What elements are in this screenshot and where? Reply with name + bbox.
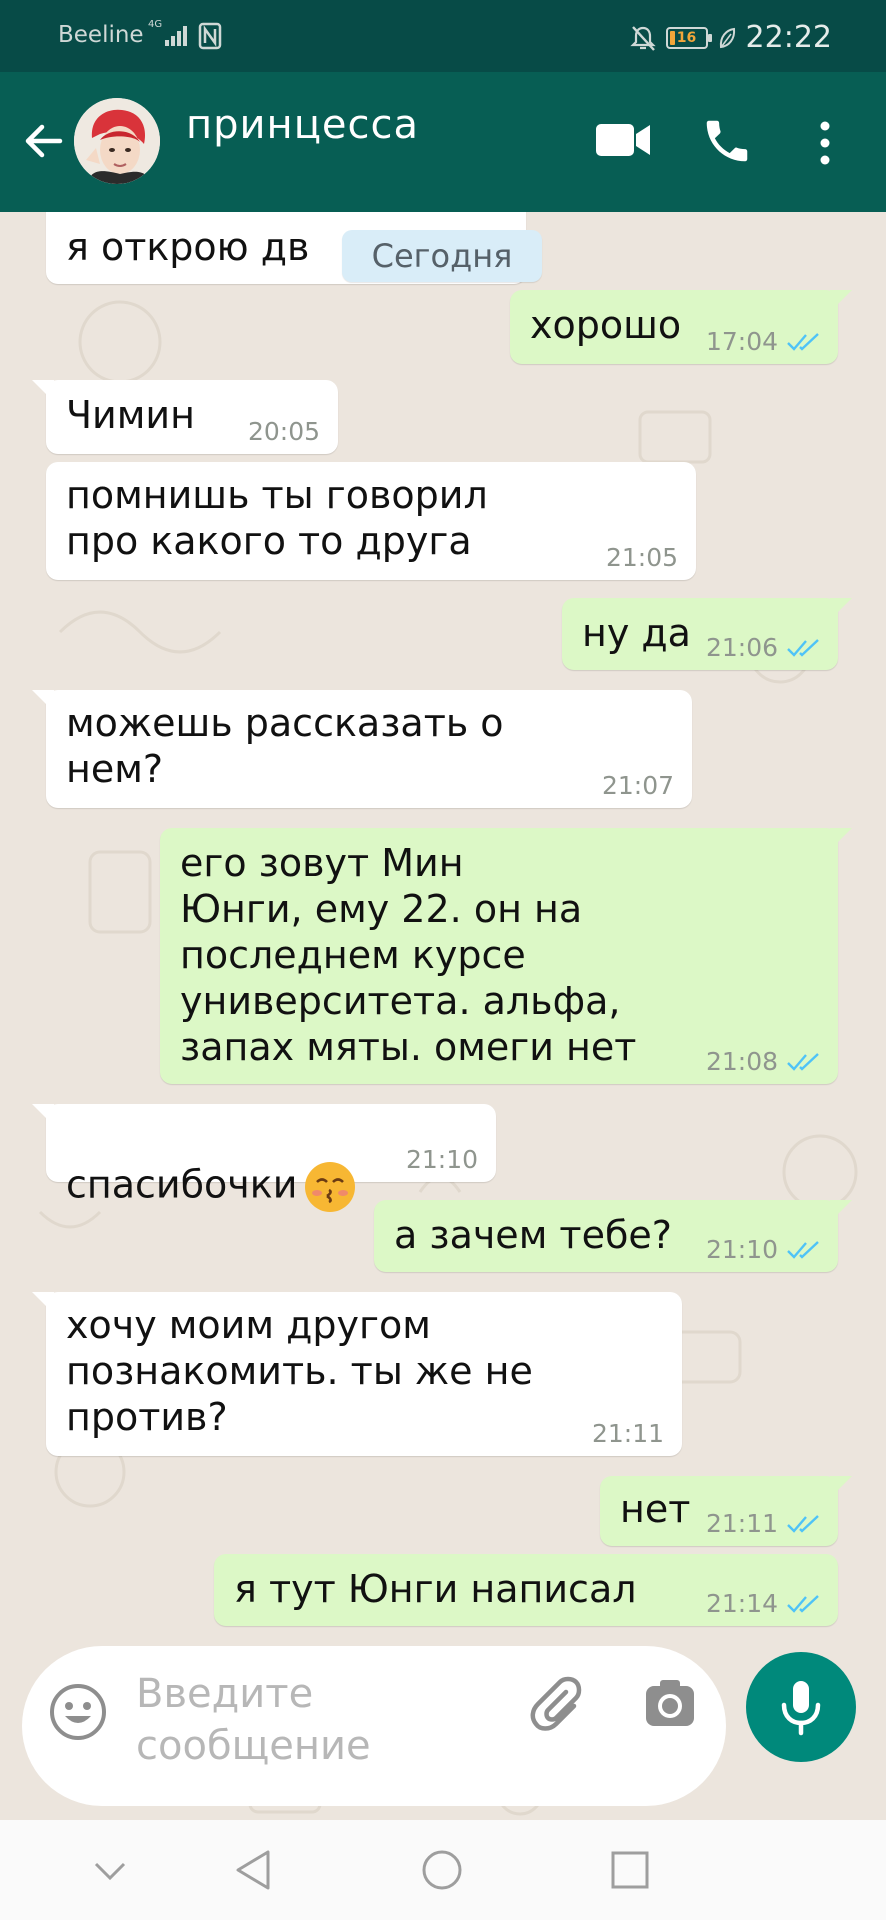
- emoji-icon[interactable]: [48, 1682, 108, 1742]
- incoming-message[interactable]: Чимин 20:05: [32, 380, 338, 454]
- nav-back-icon[interactable]: [232, 1848, 276, 1892]
- bubble-tail: [32, 380, 54, 402]
- voice-call-icon[interactable]: [700, 114, 754, 168]
- message-time: 21:11: [705, 1509, 778, 1538]
- message-time: 21:10: [705, 1235, 778, 1264]
- battery-icon: 16: [665, 26, 712, 49]
- message-time: 21:11: [591, 1419, 664, 1448]
- nav-recent-apps-icon[interactable]: [608, 1848, 652, 1892]
- bubble-tail: [830, 1476, 852, 1498]
- message-time: 21:08: [705, 1047, 778, 1076]
- read-ticks-icon: [787, 333, 819, 351]
- hide-nav-chevron-icon[interactable]: [90, 1856, 130, 1886]
- bubble-tail: [830, 828, 852, 850]
- battery-percent: 16: [676, 29, 697, 46]
- mic-button[interactable]: [746, 1652, 856, 1762]
- read-ticks-icon: [787, 1053, 819, 1071]
- message-time: 21:05: [605, 543, 678, 572]
- network-type: 4G: [148, 19, 163, 30]
- message-time: 21:06: [705, 633, 778, 662]
- outgoing-message[interactable]: нет 21:11: [600, 1476, 852, 1546]
- system-nav-bar: [0, 1820, 886, 1920]
- incoming-message[interactable]: спасибочки 21:10: [32, 1104, 496, 1212]
- outgoing-message[interactable]: ну да 21:06: [562, 598, 852, 670]
- message-text: нет: [620, 1487, 691, 1531]
- message-text: хочу моим другом познакомить. ты же не п…: [66, 1303, 533, 1439]
- message-text: хорошо: [530, 303, 682, 347]
- back-arrow-icon[interactable]: [22, 120, 64, 162]
- chat-header: принцесса: [0, 72, 886, 212]
- message-text: его зовут Мин Юнги, ему 22. он на послед…: [180, 841, 637, 1069]
- bubble-tail: [830, 290, 852, 312]
- message-time: 21:10: [405, 1145, 478, 1174]
- nav-home-icon[interactable]: [420, 1848, 464, 1892]
- message-time: 21:07: [601, 771, 674, 800]
- camera-icon[interactable]: [642, 1676, 698, 1732]
- date-separator: Сегодня: [342, 230, 542, 282]
- bubble-tail: [32, 1104, 54, 1126]
- kissing-face-emoji-icon: [305, 1162, 356, 1212]
- read-ticks-icon: [787, 1515, 819, 1533]
- status-bar: Beeline 4G 16 22:22: [0, 0, 886, 72]
- outgoing-message[interactable]: а зачем тебе? 21:10: [374, 1200, 852, 1272]
- avatar-photo-icon: [74, 98, 160, 184]
- outgoing-message[interactable]: его зовут Мин Юнги, ему 22. он на послед…: [160, 828, 852, 1084]
- bubble-tail: [32, 1292, 54, 1314]
- bell-off-icon: [629, 25, 656, 51]
- read-ticks-icon: [787, 639, 819, 657]
- message-input[interactable]: Введите сообщение: [136, 1668, 436, 1772]
- status-clock: 22:22: [745, 20, 832, 55]
- message-text: я тут Юнги написал: [234, 1567, 637, 1611]
- message-text: спасибочки: [66, 1114, 357, 1214]
- video-call-icon[interactable]: [594, 120, 652, 160]
- nfc-icon: [198, 22, 222, 50]
- outgoing-message[interactable]: я тут Юнги написал 21:14: [214, 1554, 838, 1626]
- message-text: ну да: [582, 611, 691, 655]
- message-time: 17:04: [705, 327, 778, 356]
- signal-icon: [165, 26, 187, 46]
- incoming-message[interactable]: можешь рассказать о нем? 21:07: [32, 690, 692, 808]
- incoming-message[interactable]: помнишь ты говорил про какого то друга 2…: [46, 462, 696, 580]
- avatar[interactable]: [74, 98, 160, 184]
- carrier-name: Beeline: [58, 22, 144, 48]
- incoming-message[interactable]: хочу моим другом познакомить. ты же не п…: [32, 1292, 682, 1456]
- message-text: Чимин: [66, 393, 195, 437]
- bubble-tail: [32, 690, 54, 712]
- message-text: а зачем тебе?: [394, 1213, 672, 1257]
- chat-title[interactable]: принцесса: [186, 102, 419, 148]
- bubble-tail: [830, 598, 852, 620]
- chat-area[interactable]: я открою дв Сегодня хорошо 17:04 Чимин 2…: [0, 212, 886, 1818]
- mic-icon: [781, 1681, 821, 1736]
- outgoing-message[interactable]: хорошо 17:04: [510, 290, 852, 364]
- power-saving-leaf-icon: [719, 27, 735, 48]
- bubble-tail: [830, 1200, 852, 1222]
- message-text: помнишь ты говорил про какого то друга: [66, 473, 488, 563]
- message-time: 20:05: [247, 417, 320, 446]
- message-composer[interactable]: Введите сообщение: [22, 1646, 726, 1806]
- message-time: 21:14: [705, 1589, 778, 1618]
- status-right-group: 16 22:22: [629, 20, 832, 55]
- message-text-content: спасибочки: [66, 1162, 298, 1207]
- message-text: можешь рассказать о нем?: [66, 701, 504, 791]
- attach-icon[interactable]: [530, 1676, 590, 1736]
- more-options-icon[interactable]: [810, 118, 840, 168]
- read-ticks-icon: [787, 1241, 819, 1259]
- read-ticks-icon: [787, 1595, 819, 1613]
- message-text: я открою дв: [66, 225, 310, 269]
